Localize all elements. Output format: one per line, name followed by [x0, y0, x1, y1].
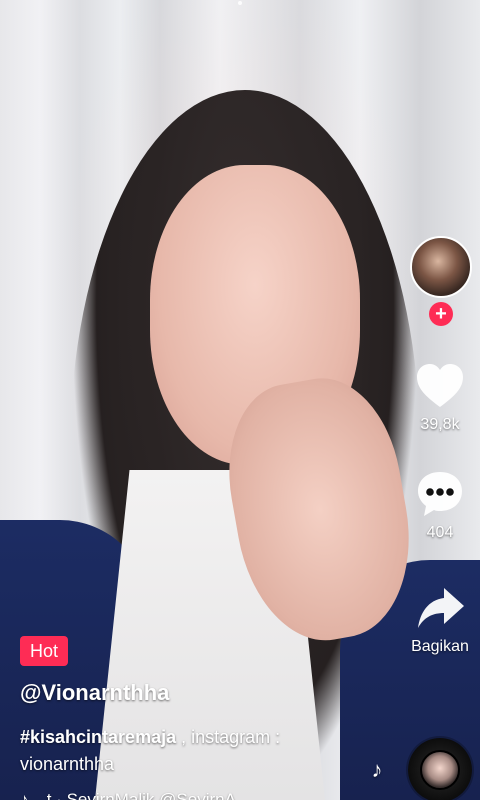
music-marquee-text: t · SevirnMalik @SevirnA — [46, 790, 236, 800]
like-count: 39,8k — [420, 416, 460, 433]
caption-hashtag[interactable]: #kisahcintaremaja — [20, 727, 176, 747]
comment-bubble-icon[interactable] — [400, 466, 480, 522]
music-note-icon: ♪ — [20, 790, 29, 800]
like-button[interactable]: 39,8k — [400, 358, 480, 434]
video-screen[interactable]: + 39,8k 404 Bagikan Hot @Vionarnthha #ki… — [0, 0, 480, 800]
share-label: Bagikan — [411, 638, 469, 655]
top-indicator-dot — [238, 1, 242, 5]
comment-count: 404 — [426, 524, 454, 541]
top-indicator — [0, 0, 480, 8]
floating-music-note-icon: ♪ — [371, 757, 383, 782]
creator-avatar-button[interactable]: + — [410, 236, 472, 326]
music-disc-icon — [420, 750, 460, 790]
comment-button[interactable]: 404 — [400, 466, 480, 542]
heart-icon[interactable] — [400, 358, 480, 414]
follow-plus-button[interactable]: + — [429, 302, 453, 326]
hot-badge[interactable]: Hot — [20, 636, 69, 666]
music-disc-button[interactable] — [408, 738, 472, 800]
profile-avatar[interactable] — [410, 236, 472, 298]
creator-username[interactable]: @Vionarnthha — [20, 680, 169, 706]
music-marquee[interactable]: ♪ t · SevirnMalik @SevirnA — [20, 788, 280, 800]
post-caption: #kisahcintaremaja , instagram : vionarnt… — [20, 724, 340, 778]
share-button[interactable]: Bagikan — [400, 580, 480, 656]
right-action-rail: + 39,8k 404 Bagikan — [400, 230, 480, 680]
share-arrow-icon[interactable] — [400, 580, 480, 636]
